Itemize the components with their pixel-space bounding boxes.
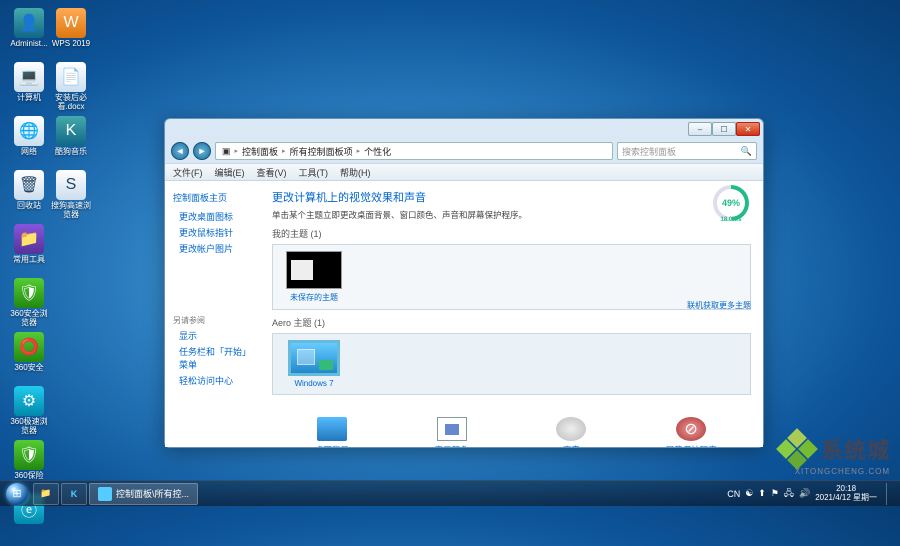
- app-icon: W: [56, 8, 86, 38]
- action-center-icon[interactable]: ⚑: [771, 488, 779, 499]
- volume-icon[interactable]: 🔊: [799, 488, 810, 499]
- show-desktop-button[interactable]: [886, 483, 894, 505]
- desktop-icon-wps[interactable]: WWPS 2019: [50, 8, 92, 58]
- sidebar-link[interactable]: 更改桌面图标: [179, 210, 252, 223]
- my-themes-heading: 我的主题 (1): [272, 227, 751, 240]
- desktop-icon-sogou[interactable]: S搜狗高速浏览器: [50, 170, 92, 220]
- theme-option[interactable]: 屏幕保护程序无: [651, 417, 731, 447]
- sidebar: 控制面板主页 更改桌面图标更改鼠标指针更改帐户图片 另请参阅 显示任务栏和「开始…: [165, 181, 260, 447]
- aero-themes-heading: Aero 主题 (1): [272, 316, 751, 329]
- taskbar-active-window[interactable]: 控制面板\所有控...: [89, 483, 198, 505]
- desktop-icon-360safe[interactable]: ⭕360安全: [8, 332, 50, 382]
- page-title: 更改计算机上的视觉效果和声音: [272, 189, 751, 205]
- sidebar-heading[interactable]: 控制面板主页: [173, 191, 252, 204]
- back-button[interactable]: ◄: [171, 142, 189, 160]
- theme-unsaved[interactable]: 未保存的主题: [279, 251, 349, 303]
- titlebar: – ☐ ✕: [165, 119, 763, 139]
- taskbar: 📁 K 控制面板\所有控... CN ☯ ⬆ ⚑ 🖧 🔊 20:18 2021/…: [0, 480, 900, 506]
- app-icon: 📄: [56, 62, 86, 92]
- menu-item[interactable]: 帮助(H): [340, 166, 371, 179]
- menu-item[interactable]: 查看(V): [257, 166, 287, 179]
- pinned-kugou[interactable]: K: [61, 483, 87, 505]
- desktop-icons-col2: WWPS 2019📄安装后必看.docxK酷狗音乐S搜狗高速浏览器: [48, 6, 92, 222]
- watermark-logo-icon: [777, 429, 817, 469]
- desktop-icon-docx[interactable]: 📄安装后必看.docx: [50, 62, 92, 112]
- breadcrumb-seg[interactable]: 控制面板: [242, 145, 278, 158]
- related-link[interactable]: 显示: [179, 329, 252, 342]
- start-button[interactable]: [2, 481, 32, 507]
- menu-item[interactable]: 文件(F): [173, 166, 203, 179]
- taskbar-clock[interactable]: 20:18 2021/4/12 星期一: [815, 485, 877, 503]
- app-icon: ⭕: [14, 332, 44, 362]
- app-icon: 📁: [14, 224, 44, 254]
- option-icon: [556, 417, 586, 441]
- personalization-window: – ☐ ✕ ◄ ► ▣ ▸ 控制面板 ▸ 所有控制面板项 ▸ 个性化 搜索控制面…: [164, 118, 764, 448]
- ime-indicator[interactable]: CN: [727, 489, 740, 499]
- app-icon: 👤: [14, 8, 44, 38]
- menu-item[interactable]: 工具(T): [299, 166, 329, 179]
- theme-option[interactable]: 声音Windows 默认: [531, 417, 611, 447]
- theme-thumb: [286, 251, 342, 289]
- main-panel: 49%18.0K/s 更改计算机上的视觉效果和声音 单击某个主题立即更改桌面背景…: [260, 181, 763, 447]
- minimize-button[interactable]: –: [688, 122, 712, 136]
- app-icon: ⚙: [14, 386, 44, 416]
- search-input[interactable]: 搜索控制面板: [617, 142, 757, 160]
- app-icon: 🗑: [14, 170, 44, 200]
- theme-options-row: 桌面背景Harmony 窗口颜色天空 声音Windows 默认 屏幕保护程序无: [272, 411, 751, 447]
- desktop-icon-kugou[interactable]: K酷狗音乐: [50, 116, 92, 166]
- page-desc: 单击某个主题立即更改桌面背景、窗口颜色、声音和屏幕保护程序。: [272, 209, 751, 221]
- desktop-icon-360sec[interactable]: 🛡360安全浏览器: [8, 278, 50, 328]
- my-themes-section: 未保存的主题: [272, 244, 751, 310]
- related-link[interactable]: 轻松访问中心: [179, 374, 252, 387]
- menu-bar: 文件(F) 编辑(E) 查看(V) 工具(T) 帮助(H): [165, 163, 763, 181]
- app-icon: 🛡: [14, 440, 44, 470]
- menu-item[interactable]: 编辑(E): [215, 166, 245, 179]
- theme-windows7[interactable]: Windows 7: [279, 340, 349, 388]
- desktop-icon-computer[interactable]: 💻计算机: [8, 62, 50, 112]
- aero-themes-section: Windows 7: [272, 333, 751, 395]
- online-themes-link[interactable]: 联机获取更多主题: [687, 300, 751, 311]
- app-icon: 🛡: [14, 278, 44, 308]
- nav-toolbar: ◄ ► ▣ ▸ 控制面板 ▸ 所有控制面板项 ▸ 个性化 搜索控制面板: [165, 139, 763, 163]
- folder-icon: 📁: [40, 488, 51, 499]
- close-button[interactable]: ✕: [736, 122, 760, 136]
- system-tray: CN ☯ ⬆ ⚑ 🖧 🔊 20:18 2021/4/12 星期一: [727, 483, 898, 505]
- desktop-icon-favorites[interactable]: 📁常用工具: [8, 224, 50, 274]
- app-icon: K: [56, 116, 86, 146]
- tray-icon[interactable]: ☯: [745, 488, 753, 499]
- watermark: 系统城 XITONGCHENG.COM: [777, 429, 890, 476]
- network-gauge[interactable]: 49%18.0K/s: [713, 185, 749, 221]
- theme-thumb: [288, 340, 340, 376]
- tray-icon[interactable]: ⬆: [758, 488, 766, 499]
- sidebar-link[interactable]: 更改帐户图片: [179, 242, 252, 255]
- control-panel-icon: ▣: [222, 146, 231, 157]
- option-icon: [317, 417, 347, 441]
- address-bar[interactable]: ▣ ▸ 控制面板 ▸ 所有控制面板项 ▸ 个性化: [215, 142, 613, 160]
- network-icon[interactable]: 🖧: [784, 486, 794, 502]
- theme-option[interactable]: 桌面背景Harmony: [292, 417, 372, 447]
- breadcrumb-seg[interactable]: 所有控制面板项: [290, 145, 353, 158]
- desktop-icon-recycle[interactable]: 🗑回收站: [8, 170, 50, 220]
- breadcrumb-seg[interactable]: 个性化: [364, 145, 391, 158]
- related-link[interactable]: 任务栏和「开始」菜单: [179, 345, 252, 371]
- desktop-icon-admin[interactable]: 👤Administ...: [8, 8, 50, 58]
- app-icon: 🌐: [14, 116, 44, 146]
- app-icon: S: [56, 170, 86, 200]
- related-heading: 另请参阅: [173, 315, 252, 326]
- theme-option[interactable]: 窗口颜色天空: [412, 417, 492, 447]
- forward-button[interactable]: ►: [193, 142, 211, 160]
- app-icon: 💻: [14, 62, 44, 92]
- kugou-icon: K: [71, 489, 78, 499]
- sidebar-link[interactable]: 更改鼠标指针: [179, 226, 252, 239]
- desktop-icon-network[interactable]: 🌐网络: [8, 116, 50, 166]
- option-icon: [437, 417, 467, 441]
- option-icon: [676, 417, 706, 441]
- pinned-explorer[interactable]: 📁: [33, 483, 59, 505]
- maximize-button[interactable]: ☐: [712, 122, 736, 136]
- window-icon: [98, 487, 112, 501]
- desktop-icon-360opt[interactable]: ⚙360极速浏览器: [8, 386, 50, 436]
